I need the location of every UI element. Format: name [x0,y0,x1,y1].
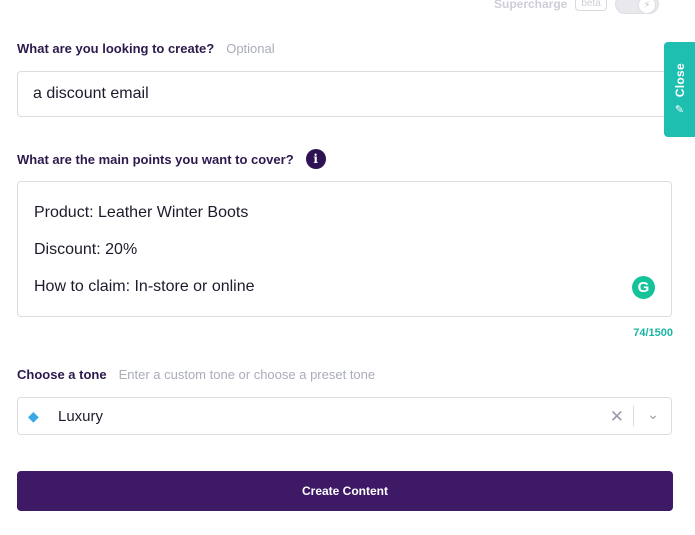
tone-field-hint: Enter a custom tone or choose a preset t… [118,367,376,382]
points-field-label: What are the main points you want to cov… [17,151,294,167]
points-line: Discount: 20% [34,241,138,258]
points-line: How to claim: In-store or online [34,278,255,295]
character-count: 74/1500 [633,327,673,339]
tone-label-row: Choose a tone Enter a custom tone or cho… [17,367,375,382]
lightning-icon: ⚡ [637,0,656,14]
create-field-hint: Optional [226,41,275,56]
create-field-label: What are you looking to create? [17,41,215,56]
supercharge-toggle[interactable]: ⚡ [614,0,659,14]
create-input[interactable]: a discount email [17,71,672,117]
close-tab[interactable]: Close ✎ [664,42,695,137]
beta-badge: beta [575,0,607,11]
select-divider [633,406,634,426]
clear-icon[interactable]: ✕ [610,407,624,427]
create-input-value: a discount email [33,85,149,102]
points-label-row: What are the main points you want to cov… [17,149,326,169]
grammarly-icon[interactable]: G [632,276,655,299]
tone-select[interactable]: ◆ Luxury ✕ ⌄ [17,397,672,435]
chevron-down-icon[interactable]: ⌄ [647,406,659,423]
close-tab-label: Close [672,62,687,98]
points-line: Product: Leather Winter Boots [34,204,249,221]
tone-field-label: Choose a tone [17,367,107,382]
content-form: Supercharge beta ⚡ What are you looking … [0,0,695,535]
info-icon[interactable]: i [305,149,326,169]
pencil-icon: ✎ [674,104,685,117]
supercharge-row: Supercharge beta ⚡ [494,0,659,14]
create-content-button[interactable]: Create Content [17,471,673,511]
points-textarea[interactable]: Product: Leather Winter Boots Discount: … [17,181,672,317]
supercharge-label: Supercharge [494,0,568,11]
create-label-row: What are you looking to create? Optional [17,41,275,56]
tone-selected-value: Luxury [58,407,104,425]
diamond-icon: ◆ [28,407,39,424]
